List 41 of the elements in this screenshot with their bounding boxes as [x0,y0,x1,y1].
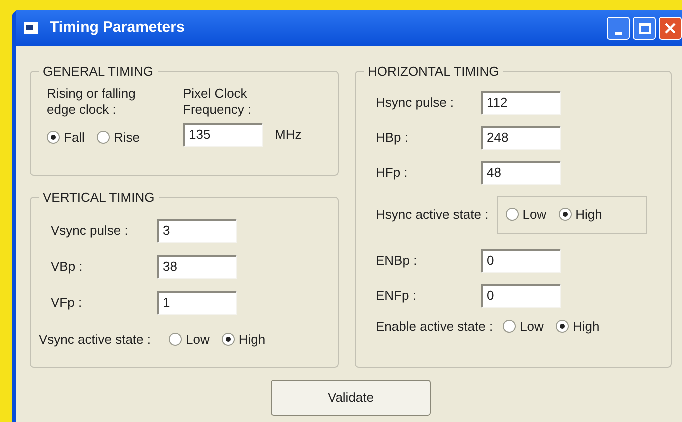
field-label: HBp : [376,128,410,147]
field-label: ENFp : [376,286,418,305]
field-label: Hsync pulse : [376,94,456,112]
group-title: HORIZONTAL TIMING [367,63,500,81]
window-title: Timing Parameters [50,18,185,38]
input-field[interactable]: 112 [481,90,561,114]
radio-option[interactable]: Fall [47,128,85,147]
radio-option[interactable]: Low [169,330,210,349]
radio-option[interactable]: Low [503,316,544,336]
input-field[interactable]: 48 [481,160,561,184]
close-icon [665,22,676,34]
window-icon [24,22,38,34]
close-button[interactable] [659,16,682,40]
radio-option[interactable]: Low [506,204,547,224]
radio-option[interactable]: High [558,204,602,224]
field-label: Vsync pulse : [51,222,130,240]
input-field[interactable]: 1 [157,290,237,314]
edge-clock-label: Rising or falling edge clock : [47,86,137,118]
input-field[interactable]: 3 [157,218,237,242]
field-label: VBp : [51,258,84,276]
radio-option[interactable]: Rise [96,128,140,147]
unit-label: MHz [275,126,302,144]
maximize-button[interactable] [633,16,656,40]
minimize-button[interactable] [607,16,630,40]
input-field[interactable]: 135 [183,122,263,146]
input-field[interactable]: 38 [157,254,237,278]
field-label: ENBp : [376,252,418,270]
validate-button[interactable]: Validate [271,380,431,416]
input-field[interactable]: 0 [481,248,561,272]
pixel-clock-label: Pixel Clock Frequency : [183,86,253,118]
active-state-label: Hsync active state : [376,206,489,224]
radio-option[interactable]: High [222,330,266,349]
radio-option[interactable]: High [556,316,600,336]
active-state-label: Vsync active state : [39,330,151,349]
active-state-label: Enable active state : [376,318,494,336]
group-title: GENERAL TIMING [42,63,155,81]
field-label: VFp : [51,294,84,312]
field-label: HFp : [376,164,409,182]
group-title: VERTICAL TIMING [42,189,156,207]
input-field[interactable]: 0 [481,284,561,308]
input-field[interactable]: 248 [481,126,561,150]
